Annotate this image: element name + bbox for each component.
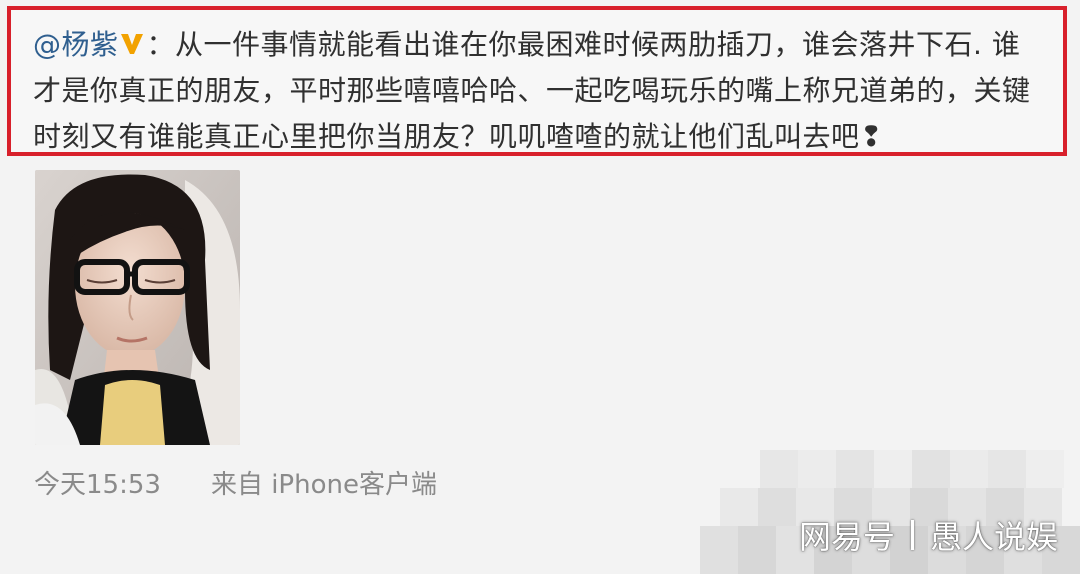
post-photo[interactable] <box>35 170 240 445</box>
post-body: 从一件事情就能看出谁在你最困难时候两肋插刀，谁会落井下石. 谁才是你真正的朋友，… <box>33 28 1031 153</box>
post-colon: ： <box>146 28 176 61</box>
post-source-link[interactable]: 来自 iPhone客户端 <box>211 470 437 500</box>
watermark-platform: 网易号 <box>798 518 895 556</box>
post-photo-image <box>35 170 240 445</box>
watermark-divider <box>910 520 914 550</box>
post-timestamp-link[interactable]: 今天15:53 <box>34 470 161 500</box>
verified-v-icon <box>119 25 145 54</box>
post-meta: 今天15:53 来自 iPhone客户端 <box>34 464 437 501</box>
user-mention-link[interactable]: @杨紫 <box>33 28 119 61</box>
watermark-account: 愚人说娱 <box>929 518 1058 556</box>
post-text: @杨紫 ：从一件事情就能看出谁在你最困难时候两肋插刀，谁会落井下石. 谁才是你真正… <box>33 22 1045 160</box>
highlighted-post: @杨紫 ：从一件事情就能看出谁在你最困难时候两肋插刀，谁会落井下石. 谁才是你真正… <box>7 6 1067 156</box>
watermark: 网易号 愚人说娱 <box>799 512 1058 558</box>
